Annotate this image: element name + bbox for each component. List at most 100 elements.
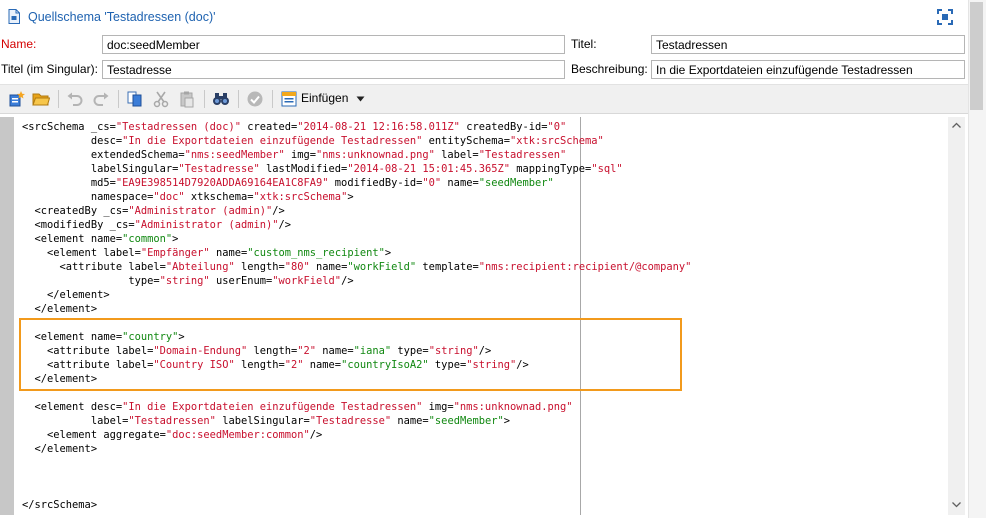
xml-markup: label= [434,149,479,161]
code-line[interactable]: md5="EA9E398514D7920ADDA69164EA1C8FA9" m… [22,176,946,190]
redo-icon[interactable] [92,90,110,108]
xml-markup: img= [284,149,317,161]
attribute-value: "2014-08-21 15:01:45.365Z" [347,163,510,175]
xml-markup: > [347,191,354,203]
editor-gutter [0,117,14,515]
attribute-value: "Testadressen" [478,149,567,161]
xml-markup: <srcSchema _cs= [22,121,116,133]
name-value: "custom_nms_recipient" [247,247,385,259]
code-line[interactable]: <element name="common"> [22,232,946,246]
attribute-value: "Testadresse" [178,163,260,175]
attribute-value: "nms:recipient:recipient/@company" [478,261,692,273]
xml-markup: /> [341,275,354,287]
paste-icon[interactable] [178,90,196,108]
xml-markup: template= [416,261,479,273]
toolbar: Einfügen [0,84,968,114]
cut-icon[interactable] [152,90,170,108]
xml-markup: name= [441,177,479,189]
code-line[interactable]: <element desc="In die Exportdateien einz… [22,400,946,414]
name-field[interactable]: doc:seedMember [102,35,565,54]
attribute-value: "xtk:srcSchema" [509,135,604,147]
scroll-up-icon[interactable] [948,117,965,134]
attribute-value: "workField" [272,275,342,287]
scroll-down-icon[interactable] [948,496,965,513]
einfuegen-button[interactable]: Einfügen [301,91,348,105]
check-icon[interactable] [246,90,264,108]
code-line[interactable]: desc="In die Exportdateien einzufügende … [22,134,946,148]
attribute-value: "In die Exportdateien einzufügende Testa… [122,401,423,413]
undo-icon[interactable] [66,90,84,108]
new-schema-icon[interactable] [8,90,26,108]
code-line[interactable]: namespace="doc" xtkschema="xtk:srcSchema… [22,190,946,204]
code-line[interactable] [22,484,946,498]
name-value: "seedMember" [428,415,504,427]
code-line[interactable]: </srcSchema> [22,498,946,512]
xml-markup: namespace= [22,191,154,203]
code-line[interactable]: labelSingular="Testadresse" lastModified… [22,162,946,176]
code-line[interactable]: </element> [22,442,946,456]
code-line[interactable]: type="string" userEnum="workField"/> [22,274,946,288]
xml-markup: > [384,247,392,259]
open-folder-icon[interactable] [32,90,50,108]
singular-field[interactable]: Testadresse [102,60,565,79]
attribute-value: "sql" [591,163,623,175]
code-line[interactable]: </element> [22,302,946,316]
xml-markup: > [172,233,179,245]
attribute-value: "80" [284,261,310,273]
xml-markup: <attribute label= [22,261,166,273]
highlight-box [19,318,682,391]
code-line[interactable]: extendedSchema="nms:seedMember" img="nms… [22,148,946,162]
xml-markup: <createdBy _cs= [22,205,129,217]
titel-field[interactable]: Testadressen [651,35,965,54]
xml-markup: label= [22,415,129,427]
attribute-value: "xtk:srcSchema" [253,191,348,203]
xml-markup: <element name= [22,233,123,245]
xml-markup: mappingType= [509,163,592,175]
attribute-value: "In die Exportdateien einzufügende Testa… [122,135,423,147]
window-scroll-thumb[interactable] [970,2,983,110]
xml-markup: img= [422,401,454,413]
xml-markup: userEnum= [209,275,273,287]
code-line[interactable]: <createdBy _cs="Administrator (admin)"/> [22,204,946,218]
xml-markup: </element> [22,443,98,455]
code-line[interactable]: <element aggregate="doc:seedMember:commo… [22,428,946,442]
code-line[interactable] [22,470,946,484]
attribute-value: "Testadressen (doc)" [115,121,241,133]
code-line[interactable]: <element label="Empfänger" name="custom_… [22,246,946,260]
attribute-value: "Testadresse" [309,415,392,427]
attribute-value: "0" [547,121,567,133]
xml-markup: </srcSchema> [22,499,98,511]
code-area[interactable]: <srcSchema _cs="Testadressen (doc)" crea… [22,117,946,513]
editor-scroll-thumb[interactable] [950,135,963,493]
attribute-value: "doc" [153,191,185,203]
xml-markup: /> [309,429,323,441]
code-line[interactable]: <attribute label="Abteilung" length="80"… [22,260,946,274]
attribute-value: "nms:unknownad.png" [453,401,573,413]
code-line[interactable]: <srcSchema _cs="Testadressen (doc)" crea… [22,120,946,134]
code-line[interactable]: label="Testadressen" labelSingular="Test… [22,414,946,428]
xml-markup: md5= [22,177,116,189]
chevron-down-icon[interactable] [356,96,365,102]
attribute-value: "Empfänger" [140,247,210,259]
beschreibung-field[interactable]: In die Exportdateien einzufügende Testad… [651,60,965,79]
insert-icon[interactable] [280,90,298,108]
name-value: "workField" [347,261,417,273]
xml-markup: name= [309,261,348,273]
window-title: Quellschema 'Testadressen (doc)' [28,10,216,24]
singular-label: Titel (im Singular): [1,62,98,76]
xml-markup: length= [234,261,285,273]
copy-icon[interactable] [126,90,144,108]
xml-markup: name= [209,247,248,259]
code-line[interactable]: <modifiedBy _cs="Administrator (admin)"/… [22,218,946,232]
xml-markup: <element label= [22,247,141,259]
maximize-icon[interactable] [936,8,954,26]
name-value: "seedMember" [478,177,554,189]
code-line[interactable]: </element> [22,288,946,302]
xml-markup: modifiedBy-id= [328,177,423,189]
find-icon[interactable] [212,90,230,108]
name-value: "common" [122,233,173,245]
attribute-value: "Abteilung" [165,261,235,273]
code-line[interactable] [22,456,946,470]
attribute-value: "Administrator (admin)" [134,219,279,231]
attribute-value: "Testadressen" [128,415,216,427]
